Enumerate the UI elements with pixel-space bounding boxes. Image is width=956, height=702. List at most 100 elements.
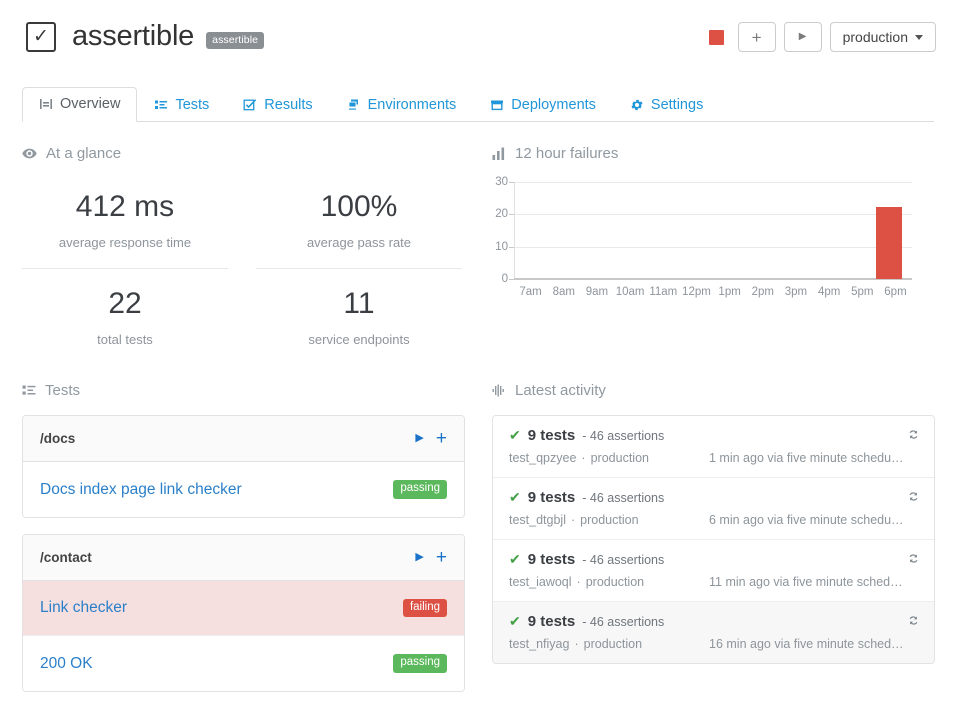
failures-chart-heading: 12 hour failures: [492, 145, 934, 162]
ytick-mark-30: [509, 182, 514, 183]
meta-separator: ·: [581, 451, 585, 465]
environment-dropdown[interactable]: production: [830, 22, 936, 52]
check-icon: ✔: [509, 552, 521, 566]
sync-icon[interactable]: [907, 428, 920, 441]
activity-id-text: test_iawoql: [509, 575, 572, 589]
chart-y-axis: [514, 182, 515, 280]
plus-icon[interactable]: +: [436, 548, 447, 567]
test-name-link[interactable]: Link checker: [40, 599, 403, 617]
play-icon: ▶: [799, 32, 807, 42]
chart-plot-area: [514, 182, 912, 280]
play-icon[interactable]: ▶: [415, 552, 423, 563]
test-name-link[interactable]: 200 OK: [40, 655, 393, 673]
project-tag-badge: assertible: [206, 32, 264, 49]
activity-id-text: test_nfiyag: [509, 637, 569, 651]
chevron-down-icon: [915, 35, 923, 40]
tab-deployments[interactable]: Deployments: [473, 88, 613, 123]
stat-label: average pass rate: [256, 235, 462, 250]
list-item[interactable]: ✔ 9 tests - 46 assertions test_nfiyag·pr…: [493, 602, 934, 663]
list-item[interactable]: ✔ 9 tests - 46 assertions test_iawoql·pr…: [493, 540, 934, 602]
table-row[interactable]: Link checker failing: [23, 581, 464, 636]
meta-separator: ·: [571, 513, 575, 527]
tests-title: Tests: [45, 382, 80, 399]
sync-icon[interactable]: [907, 490, 920, 503]
stat-service-endpoints: 11 service endpoints: [256, 268, 462, 365]
list-item[interactable]: ✔ 9 tests - 46 assertions test_qpzyee·pr…: [493, 416, 934, 478]
xtick-label: 3pm: [779, 286, 812, 298]
xtick-label: 11am: [647, 286, 680, 298]
play-icon[interactable]: ▶: [415, 433, 423, 444]
activity-assertion-count: - 46 assertions: [582, 429, 664, 443]
activity-summary: ✔ 9 tests - 46 assertions: [509, 427, 918, 444]
table-row[interactable]: Docs index page link checker passing: [23, 462, 464, 517]
activity-environment: production: [580, 513, 638, 527]
sync-icon[interactable]: [907, 552, 920, 565]
activity-summary: ✔ 9 tests - 46 assertions: [509, 613, 918, 630]
run-button[interactable]: ▶: [784, 22, 822, 52]
activity-timestamp: 1 min ago via five minute schedu…: [709, 451, 918, 465]
activity-test-count: 9 tests: [528, 551, 576, 568]
activity-timestamp: 6 min ago via five minute schedu…: [709, 513, 918, 527]
tab-overview-label: Overview: [60, 97, 120, 112]
plus-icon[interactable]: +: [436, 429, 447, 448]
stat-value: 22: [22, 287, 228, 320]
tab-environments-label: Environments: [368, 98, 457, 113]
tab-overview[interactable]: Overview: [22, 87, 137, 123]
xtick-label: 7am: [514, 286, 547, 298]
tab-results[interactable]: Results: [226, 88, 329, 123]
ytick-mark-10: [509, 247, 514, 248]
overview-icon: [39, 97, 53, 111]
activity-meta: test_dtgbjl·production 6 min ago via fiv…: [509, 513, 918, 527]
bar-chart-icon: [492, 147, 506, 160]
test-group-path: /docs: [40, 431, 415, 446]
meta-separator: ·: [574, 637, 578, 651]
check-icon: ✔: [509, 614, 521, 628]
sync-icon[interactable]: [907, 614, 920, 627]
tab-settings[interactable]: Settings: [613, 88, 720, 123]
stat-value: 100%: [256, 190, 462, 223]
bar-6pm[interactable]: [876, 207, 902, 279]
activity-meta: test_nfiyag·production 16 min ago via fi…: [509, 637, 918, 651]
glance-stats-grid: 412 ms average response time 100% averag…: [22, 178, 462, 365]
failures-bar-chart: 30 20 10 0 7am 8am 9am 10am 11am 12pm 1p…: [492, 182, 934, 342]
table-row[interactable]: 200 OK passing: [23, 636, 464, 691]
activity-list: ✔ 9 tests - 46 assertions test_qpzyee·pr…: [492, 415, 935, 664]
at-a-glance-section: At a glance 412 ms average response time…: [22, 145, 462, 365]
activity-identifier: test_dtgbjl·production: [509, 513, 709, 527]
ytick-mark-0: [509, 279, 514, 280]
activity-test-count: 9 tests: [528, 489, 576, 506]
xtick-label: 2pm: [746, 286, 779, 298]
stat-value: 412 ms: [22, 190, 228, 223]
results-check-icon: [243, 98, 257, 112]
page-header: ✓ assertible assertible + ▶ production: [0, 0, 956, 72]
gridline-30: [514, 182, 912, 183]
stat-total-tests: 22 total tests: [22, 268, 228, 365]
tab-bar: Overview Tests Results: [22, 84, 934, 122]
activity-test-count: 9 tests: [528, 427, 576, 444]
activity-identifier: test_iawoql·production: [509, 575, 709, 589]
tab-tests[interactable]: Tests: [137, 88, 226, 123]
stat-label: average response time: [22, 235, 228, 250]
tab-settings-label: Settings: [651, 98, 703, 113]
activity-meta: test_qpzyee·production 1 min ago via fiv…: [509, 451, 918, 465]
add-button[interactable]: +: [738, 22, 776, 52]
latest-activity-section: Latest activity ✔ 9 tests - 46 assertion…: [492, 382, 935, 664]
activity-assertion-count: - 46 assertions: [582, 491, 664, 505]
xtick-label: 12pm: [680, 286, 713, 298]
tab-deployments-label: Deployments: [511, 98, 596, 113]
header-actions: + ▶ production: [709, 22, 936, 52]
tab-results-label: Results: [264, 98, 312, 113]
tab-environments[interactable]: Environments: [330, 88, 474, 123]
gridline-10: [514, 247, 912, 248]
gear-icon: [630, 98, 644, 112]
app-root: ✓ assertible assertible + ▶ production: [0, 0, 956, 702]
list-item[interactable]: ✔ 9 tests - 46 assertions test_dtgbjl·pr…: [493, 478, 934, 540]
test-name-link[interactable]: Docs index page link checker: [40, 481, 393, 499]
check-icon: ✔: [509, 490, 521, 504]
stop-status-indicator[interactable]: [709, 30, 724, 45]
test-group-actions: ▶ +: [415, 429, 447, 448]
latest-activity-title: Latest activity: [515, 382, 606, 399]
check-icon: ✔: [509, 428, 521, 442]
tests-heading: Tests: [22, 382, 465, 399]
activity-test-count: 9 tests: [528, 613, 576, 630]
